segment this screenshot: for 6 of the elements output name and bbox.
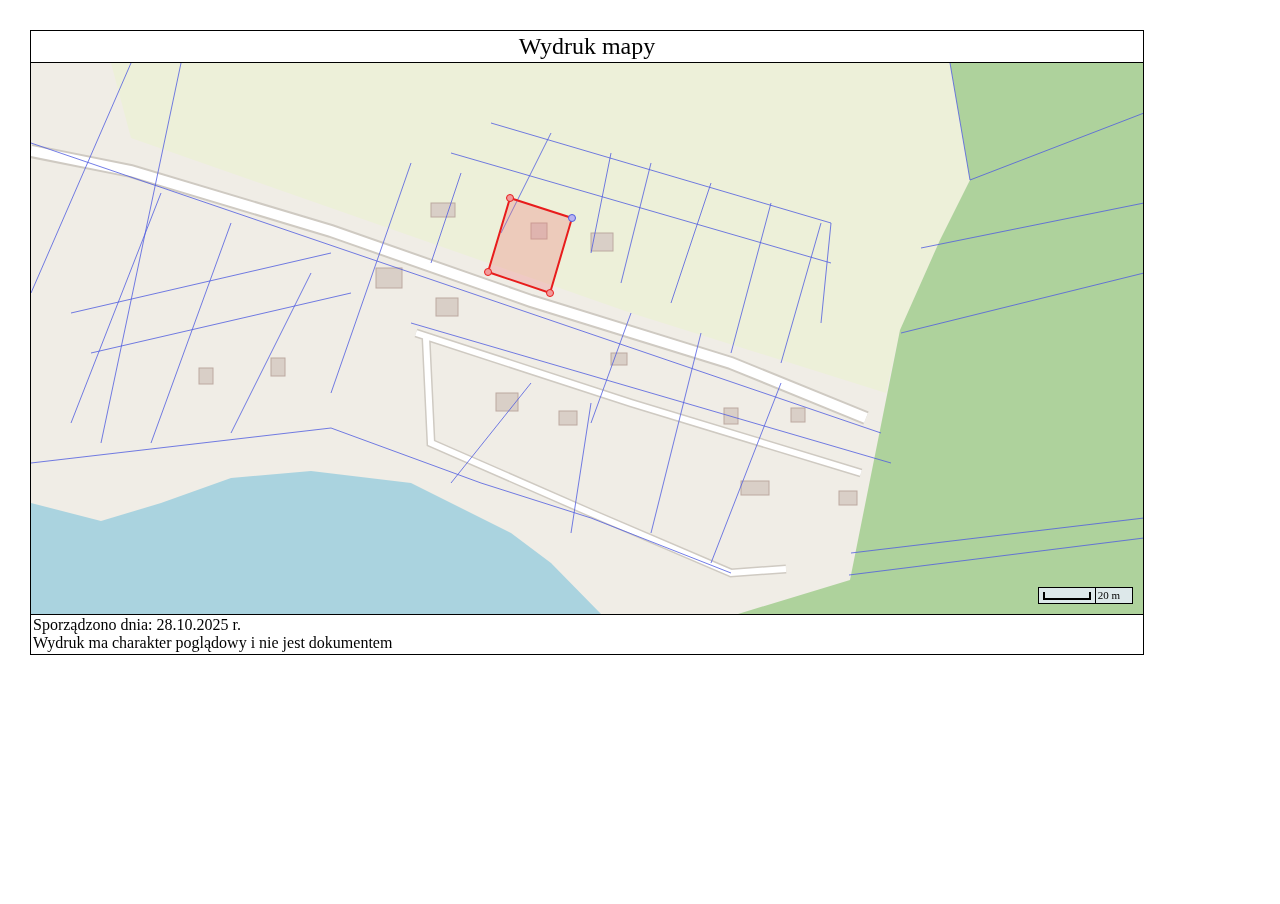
selected-parcel[interactable]: [484, 194, 576, 297]
disclaimer-text: Wydruk ma charakter poglądowy i nie jest dokumentem: [33, 634, 394, 652]
map-view[interactable]: 20 m: [31, 63, 1143, 615]
creation-date: Sporządzono dnia: 28.10.2025 r.: [33, 616, 242, 634]
scale-label: 20 m: [1094, 588, 1132, 603]
scale-ruler-icon: [1042, 590, 1091, 601]
